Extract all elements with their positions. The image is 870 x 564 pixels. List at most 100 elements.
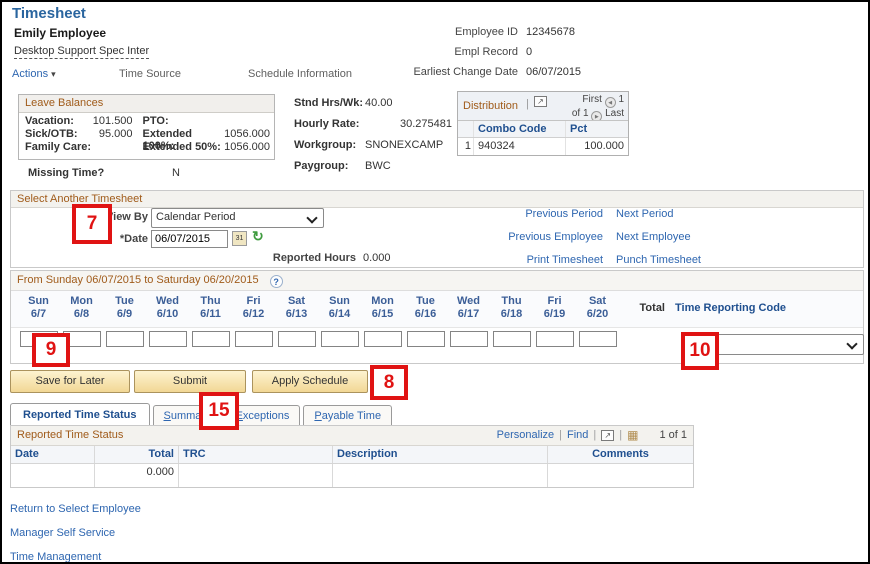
day-hours-input[interactable] [449, 331, 488, 347]
reported-time-status-section: Reported Time Status Personalize | Find … [10, 425, 694, 488]
total-column-header: Total [95, 446, 179, 463]
day-hours-input[interactable] [105, 331, 144, 347]
time-reporting-code-value [704, 335, 863, 337]
day-name: Thu [501, 295, 522, 307]
pager-prev-icon[interactable]: ◀ [604, 97, 616, 108]
day-date: 6/15 [371, 308, 394, 320]
day-date: 6/20 [586, 308, 609, 320]
day-hours-input[interactable] [535, 331, 574, 347]
day-date: 6/12 [242, 308, 265, 320]
day-date: 6/9 [116, 308, 133, 320]
table-tools: Personalize | Find | ↗ | ▦ 1 of 1 [497, 429, 687, 442]
nav-link[interactable]: Previous Employee [433, 231, 603, 254]
day-hours-input[interactable] [234, 331, 273, 347]
pay-info-row: Stnd Hrs/Wk: 40.00 [294, 97, 452, 118]
day-hours-input[interactable] [363, 331, 402, 347]
nav-link[interactable]: Previous Period [433, 208, 603, 231]
footer-link[interactable]: Return to Select Employee [10, 503, 141, 515]
distribution-table: Combo Code Pct 1 940324 100.000 [458, 120, 628, 155]
nav-link-row: Previous Employee Next Employee [433, 231, 713, 254]
find-link[interactable]: Find [567, 429, 588, 441]
day-input-cell [533, 328, 576, 363]
comments-column-header: Comments [592, 448, 649, 460]
personalize-link[interactable]: Personalize [497, 429, 554, 441]
leave-balances-title: Leave Balances [19, 95, 274, 113]
day-date: 6/18 [500, 308, 523, 320]
leave-balances-box: Leave Balances Vacation: 101.500 PTO: Si… [18, 94, 275, 160]
separator: | [559, 429, 562, 441]
combo-code-value: 940324 [474, 138, 566, 155]
leave-label: Family Care: [25, 141, 92, 153]
day-hours-input[interactable] [191, 331, 230, 347]
submit-button[interactable]: Submit [134, 370, 246, 393]
timesheet-page: Timesheet Emily Employee Desktop Support… [0, 0, 870, 564]
separator: | [593, 429, 597, 441]
day-hours-input[interactable] [406, 331, 445, 347]
chevron-down-icon: ▾ [51, 69, 56, 79]
tab-label: Reported Time Status [23, 409, 137, 421]
leave-label: PTO: [142, 115, 169, 127]
leave-label: Sick/OTB: [25, 128, 78, 140]
total-cell: 0.000 [95, 464, 179, 487]
callout-10: 10 [681, 332, 719, 370]
day-header: Sun 6/7 [17, 291, 60, 327]
day-date: 6/19 [543, 308, 566, 320]
callout-8: 8 [370, 365, 408, 400]
day-hours-input[interactable] [277, 331, 316, 347]
nav-link[interactable]: Next Employee [616, 231, 691, 254]
day-hours-input[interactable] [148, 331, 187, 347]
date-input[interactable] [151, 230, 228, 248]
pay-info-label: Hourly Rate: [294, 118, 360, 130]
calendar-icon[interactable]: 31 [232, 231, 247, 246]
day-header: Mon 6/8 [60, 291, 103, 327]
day-name: Tue [416, 295, 435, 307]
header-field-label: Empl Record [454, 46, 518, 58]
timesheet-nav-links: Previous Period Next Period Previous Emp… [433, 208, 713, 277]
popup-window-icon[interactable]: ↗ [534, 96, 547, 107]
time-reporting-code-select[interactable] [703, 334, 864, 355]
footer-links: Return to Select Employee Manager Self S… [10, 503, 141, 562]
footer-link[interactable]: Manager Self Service [10, 527, 141, 539]
day-date: 6/7 [30, 308, 47, 320]
nav-link-row: Previous Period Next Period [433, 208, 713, 231]
day-hours-input[interactable] [320, 331, 359, 347]
nav-link[interactable]: Next Period [616, 208, 673, 231]
tab-payable-time[interactable]: Payable Time [303, 405, 393, 425]
employee-name: Emily Employee [14, 26, 107, 40]
day-header: Sat 6/20 [576, 291, 619, 327]
apply-schedule-button[interactable]: Apply Schedule [252, 370, 368, 393]
job-title-link[interactable]: Desktop Support Spec Inter [14, 45, 150, 59]
refresh-icon[interactable]: ↻ [252, 228, 264, 245]
day-name: Thu [200, 295, 221, 307]
day-header: Wed 6/17 [447, 291, 490, 327]
day-input-cell [275, 328, 318, 363]
missing-time-value: N [172, 167, 180, 179]
callout-7: 7 [72, 204, 112, 244]
separator: | [619, 429, 623, 441]
leave-balance-row: Family Care: Extended 50%: 1056.000 [25, 141, 270, 154]
day-header: Sat 6/13 [275, 291, 318, 327]
tab-reported-time-status[interactable]: Reported Time Status [10, 403, 150, 425]
save-for-later-button[interactable]: Save for Later [10, 370, 130, 393]
pager-last-label: Last [605, 108, 624, 119]
day-name: Wed [155, 295, 180, 307]
distribution-row: 1 940324 100.000 [458, 138, 628, 155]
table-row: 0.000 [11, 464, 693, 487]
popup-window-icon[interactable]: ↗ [601, 429, 615, 441]
pay-info-row: Paygroup: BWC [294, 160, 452, 181]
day-input-cell [318, 328, 361, 363]
download-grid-icon[interactable]: ▦ [627, 429, 638, 441]
actions-menu[interactable]: Actions ▾ [12, 68, 56, 80]
day-date: 6/16 [414, 308, 437, 320]
day-date: 6/8 [73, 308, 90, 320]
view-by-select[interactable]: Calendar Period [151, 208, 324, 228]
leave-balance-row: Sick/OTB: 95.000 Extended 100%: 1056.000 [25, 128, 270, 152]
combo-code-header: Combo Code [474, 121, 566, 137]
header-field-value: 0 [526, 46, 533, 58]
footer-link[interactable]: Time Management [10, 551, 141, 562]
header-field-row: Employee ID 12345678 [362, 26, 662, 46]
day-date: 6/17 [457, 308, 480, 320]
day-hours-input[interactable] [492, 331, 531, 347]
day-hours-input[interactable] [578, 331, 617, 347]
help-icon[interactable]: ? [269, 275, 283, 288]
